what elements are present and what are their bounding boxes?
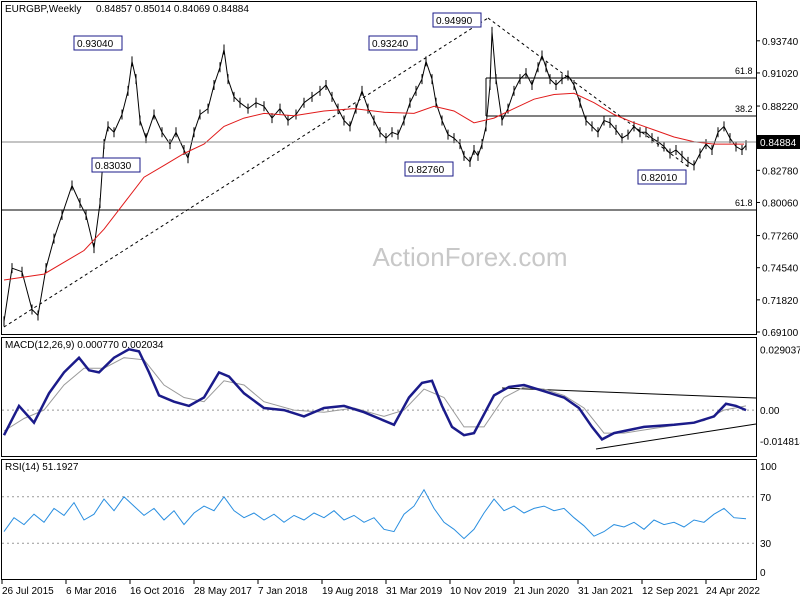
annotation-label: 0.83030: [95, 161, 132, 172]
price-tick-label: 0.77260: [762, 232, 799, 243]
x-tick-label: 16 Oct 2016: [130, 586, 185, 597]
x-tick-label: 10 Nov 2019: [450, 586, 507, 597]
time-axis: 26 Jul 2015 6 Mar 2016 16 Oct 2016 28 May 2…: [1, 580, 760, 597]
x-tick-label: 31 Jan 2021: [578, 586, 633, 597]
rsi-tick-label: 0: [760, 568, 766, 579]
annotation-label: 0.82760: [408, 165, 445, 176]
price-tick-label: 0.91020: [762, 69, 799, 80]
rsi-tick-label: 100: [760, 462, 777, 473]
macd-title: MACD(12,26,9) 0.000770 0.002034: [5, 340, 164, 351]
macd-tick-label: -0.014814: [760, 437, 800, 448]
last-price-label: 0.84884: [760, 138, 797, 149]
macd-panel: [1, 337, 757, 457]
price-tick-label: 0.74540: [762, 264, 799, 275]
x-tick-label: 6 Mar 2016: [66, 586, 117, 597]
price-tick-label: 0.69100: [762, 328, 799, 339]
x-tick-label: 28 May 2017: [194, 586, 252, 597]
x-tick-label: 26 Jul 2015: [2, 586, 54, 597]
price-tick-label: 0.71820: [762, 296, 799, 307]
rsi-title: RSI(14) 51.1927: [5, 462, 79, 473]
fib-level-label: 61.8: [735, 198, 753, 208]
x-tick-label: 21 Jun 2020: [514, 586, 569, 597]
watermark: ActionForex.com: [372, 242, 567, 272]
chart-title: EURGBP,Weekly: [5, 4, 81, 15]
fib-level-label: 38.2: [735, 104, 753, 114]
annotation-label: 0.93240: [372, 39, 409, 50]
annotation-label: 0.93040: [77, 39, 114, 50]
chart-canvas: ActionForex.com 0.93740 0.91020 0.88220 0.8…: [1, 1, 800, 597]
ohlc-readout: 0.84857 0.85014 0.84069 0.84884: [96, 4, 249, 15]
fib-level-label: 61.8: [735, 66, 753, 76]
price-tick-label: 0.82780: [762, 166, 799, 177]
price-tick-label: 0.88220: [762, 102, 799, 113]
price-tick-label: 0.93740: [762, 37, 799, 48]
rsi-axis: 100 70 30 0: [760, 462, 777, 579]
rsi-panel: [1, 459, 757, 580]
x-tick-label: 19 Aug 2018: [322, 586, 379, 597]
macd-tick-label: 0.00: [760, 406, 780, 417]
x-tick-label: 31 Mar 2019: [386, 586, 443, 597]
macd-axis: 0.029037 0.00 -0.014814: [760, 345, 800, 448]
x-tick-label: 24 Apr 2022: [706, 586, 760, 597]
rsi-tick-label: 30: [760, 539, 772, 550]
annotation-label: 0.94990: [436, 16, 473, 27]
price-axis: 0.937400.910200.882200.855000.827800.800…: [756, 37, 799, 339]
x-tick-label: 7 Jan 2018: [258, 586, 308, 597]
x-tick-label: 12 Sep 2021: [642, 586, 699, 597]
price-tick-label: 0.80060: [762, 198, 799, 209]
annotation-label: 0.82010: [641, 173, 678, 184]
rsi-tick-label: 70: [760, 493, 772, 504]
macd-tick-label: 0.029037: [760, 345, 800, 356]
